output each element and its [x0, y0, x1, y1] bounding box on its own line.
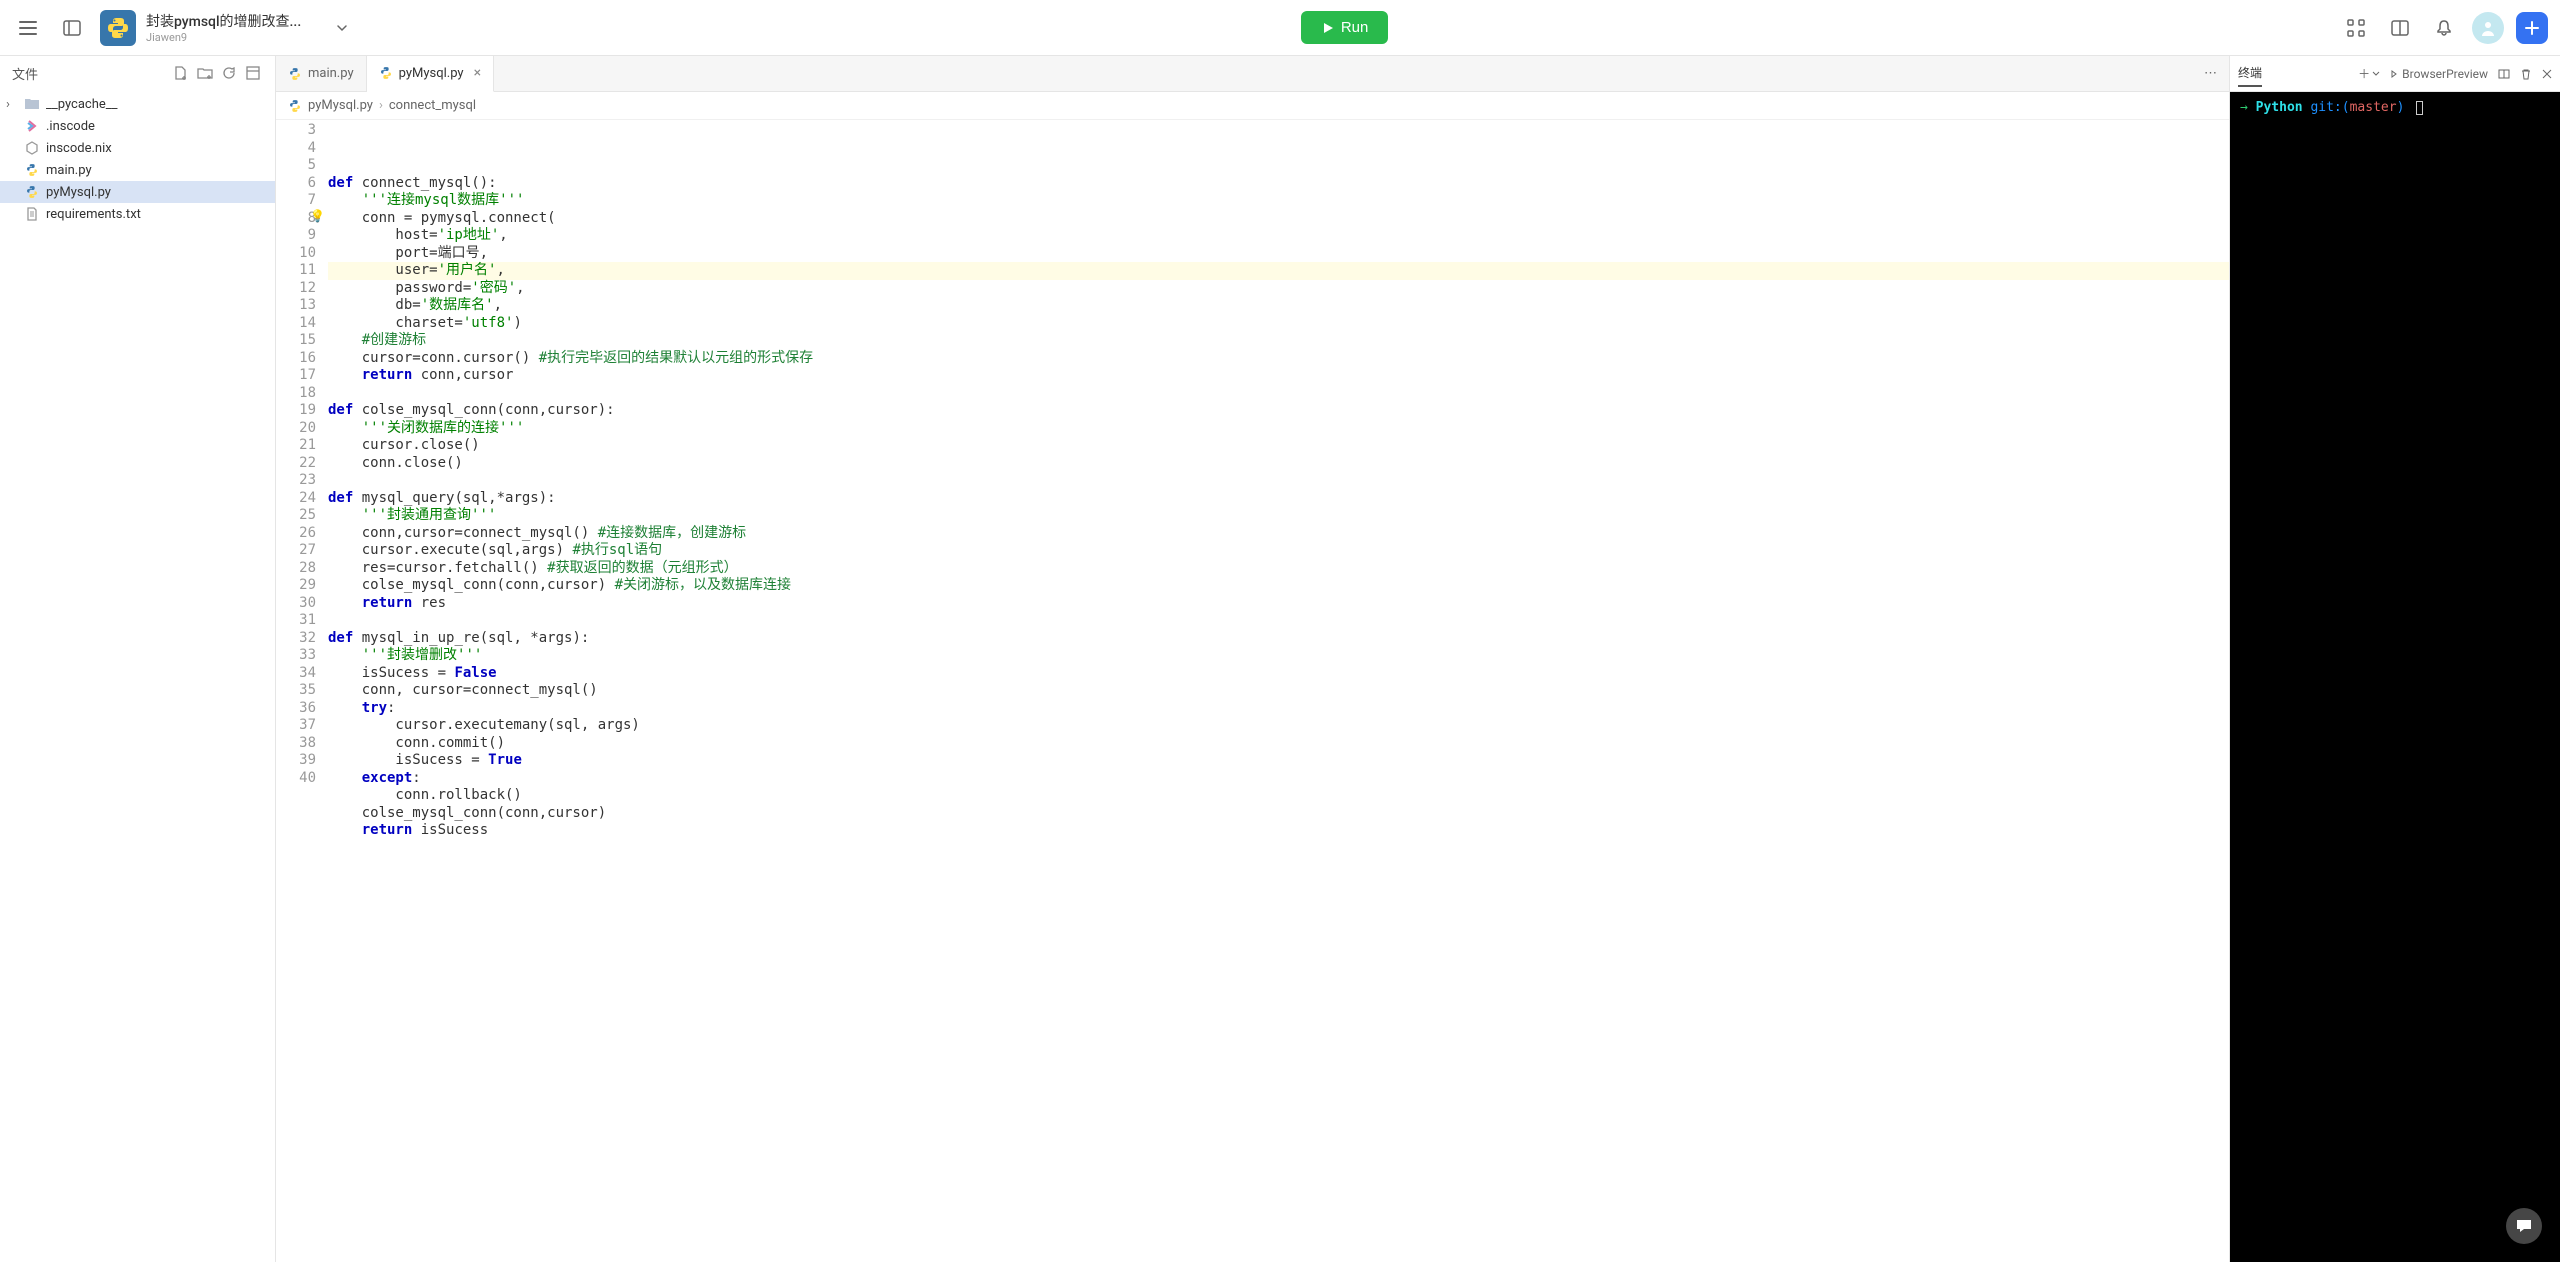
breadcrumb-file: pyMysql.py: [308, 98, 373, 113]
panel-toggle-button[interactable]: [56, 12, 88, 44]
browser-preview-button[interactable]: BrowserPreview: [2390, 67, 2488, 81]
new-terminal-button[interactable]: ＋: [2358, 65, 2380, 82]
breadcrumb-symbol: connect_mysql: [389, 98, 476, 113]
python-file-icon: [288, 99, 302, 113]
tabs-more-button[interactable]: ⋯: [2192, 66, 2229, 81]
split-icon[interactable]: [2384, 12, 2416, 44]
chevron-down-icon[interactable]: [335, 21, 349, 35]
py-file-icon: [24, 162, 40, 178]
new-folder-icon[interactable]: [197, 65, 215, 83]
split-terminal-icon[interactable]: [2498, 68, 2510, 80]
file-tree: ›__pycache__.inscodeinscode.nixmain.pypy…: [0, 91, 275, 1262]
sidebar: 文件 ›__pycache__.inscodeinscode.nixmain.p…: [0, 56, 276, 1262]
ins-file-icon: [24, 118, 40, 134]
terminal-panel: 终端 ＋ BrowserPreview → Python git:: [2229, 56, 2560, 1262]
terminal-cursor: [2416, 101, 2423, 115]
collapse-icon[interactable]: [245, 65, 263, 83]
editor-tab[interactable]: pyMysql.py×: [367, 56, 494, 92]
folder-icon: [24, 96, 40, 112]
terminal[interactable]: → Python git:(master): [2230, 92, 2560, 1262]
chat-button[interactable]: [2506, 1208, 2542, 1244]
python-file-icon: [379, 66, 393, 80]
tree-item[interactable]: requirements.txt: [0, 203, 275, 225]
tree-item[interactable]: .inscode: [0, 115, 275, 137]
tree-item[interactable]: main.py: [0, 159, 275, 181]
sidebar-title: 文件: [12, 64, 165, 83]
project-info[interactable]: 封装pymsql的增删改查... Jiawen9: [100, 10, 349, 46]
terminal-tab[interactable]: 终端: [2238, 60, 2262, 87]
tree-item[interactable]: inscode.nix: [0, 137, 275, 159]
breadcrumb[interactable]: pyMysql.py › connect_mysql: [276, 92, 2229, 120]
python-file-icon: [288, 67, 302, 81]
new-file-icon[interactable]: [173, 65, 191, 83]
python-icon: [100, 10, 136, 46]
nix-file-icon: [24, 140, 40, 156]
close-icon[interactable]: ×: [474, 65, 481, 81]
close-panel-icon[interactable]: [2542, 69, 2552, 79]
avatar[interactable]: [2472, 12, 2504, 44]
project-title: 封装pymsql的增删改查...: [146, 11, 301, 31]
play-icon: [1321, 21, 1335, 35]
tree-item[interactable]: pyMysql.py: [0, 181, 275, 203]
editor-area: main.pypyMysql.py× ⋯ pyMysql.py › connec…: [276, 56, 2229, 1262]
bell-icon[interactable]: [2428, 12, 2460, 44]
refresh-icon[interactable]: [221, 65, 239, 83]
menu-button[interactable]: [12, 12, 44, 44]
topbar: 封装pymsql的增删改查... Jiawen9 Run: [0, 0, 2560, 56]
project-author[interactable]: Jiawen9: [146, 31, 301, 44]
editor-tabs: main.pypyMysql.py× ⋯: [276, 56, 2229, 92]
py-file-icon: [24, 184, 40, 200]
run-button[interactable]: Run: [1301, 11, 1389, 44]
trash-icon[interactable]: [2520, 68, 2532, 80]
tree-item[interactable]: ›__pycache__: [0, 93, 275, 115]
code-editor[interactable]: 3456789101112131415161718192021222324252…: [276, 120, 2229, 1262]
new-button[interactable]: [2516, 12, 2548, 44]
apps-icon[interactable]: [2340, 12, 2372, 44]
editor-tab[interactable]: main.py: [276, 56, 367, 92]
txt-file-icon: [24, 206, 40, 222]
lightbulb-icon[interactable]: 💡: [310, 208, 325, 226]
